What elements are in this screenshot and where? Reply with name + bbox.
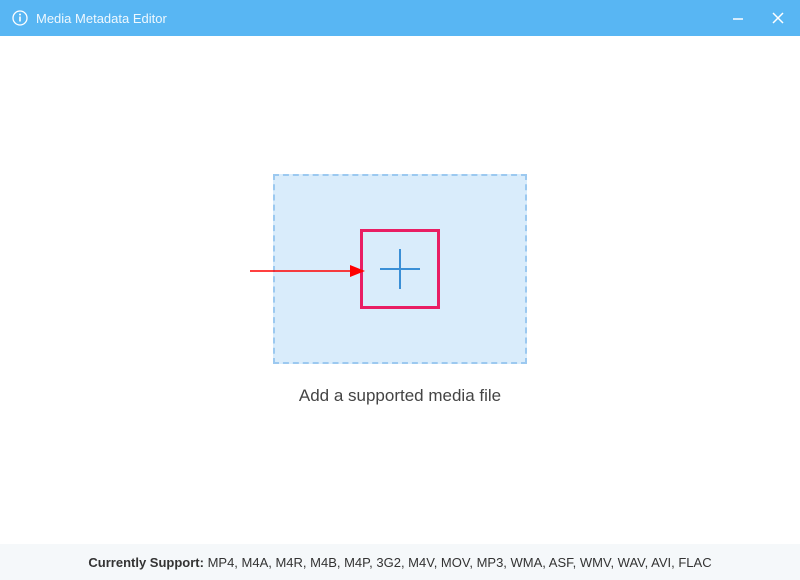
title-bar-left: Media Metadata Editor bbox=[12, 10, 167, 26]
title-bar-controls bbox=[728, 8, 788, 28]
instruction-text: Add a supported media file bbox=[299, 386, 501, 406]
status-text: Currently Support: MP4, M4A, M4R, M4B, M… bbox=[88, 555, 711, 570]
info-icon bbox=[12, 10, 28, 26]
minimize-button[interactable] bbox=[728, 8, 748, 28]
close-button[interactable] bbox=[768, 8, 788, 28]
status-formats: MP4, M4A, M4R, M4B, M4P, 3G2, M4V, MOV, … bbox=[208, 555, 712, 570]
title-bar: Media Metadata Editor bbox=[0, 0, 800, 36]
main-content: Add a supported media file bbox=[0, 36, 800, 544]
window-title: Media Metadata Editor bbox=[36, 11, 167, 26]
drop-zone[interactable] bbox=[273, 174, 527, 364]
status-label: Currently Support: bbox=[88, 555, 207, 570]
add-button[interactable] bbox=[366, 235, 434, 303]
status-bar: Currently Support: MP4, M4A, M4R, M4B, M… bbox=[0, 544, 800, 580]
